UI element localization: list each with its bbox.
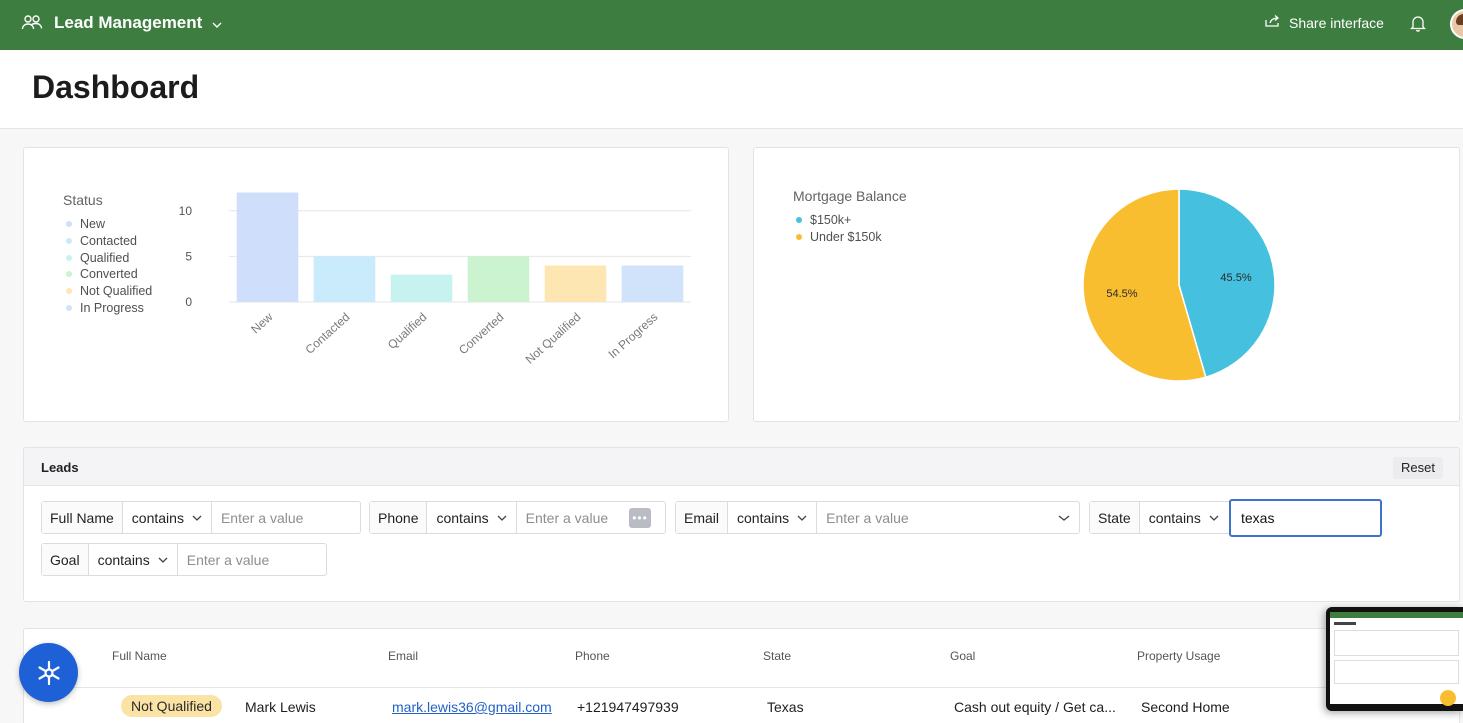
state-operator-value: contains bbox=[1148, 509, 1201, 526]
share-icon bbox=[1264, 14, 1280, 31]
email-operator-value: contains bbox=[737, 509, 790, 526]
full-name-operator-value: contains bbox=[131, 509, 184, 526]
table-cell-state[interactable]: Texas bbox=[767, 699, 804, 715]
leads-header: Leads Reset bbox=[24, 448, 1459, 486]
bell-icon[interactable] bbox=[1409, 14, 1427, 37]
goal-input[interactable] bbox=[186, 551, 317, 568]
chevron-down-icon bbox=[1209, 515, 1219, 521]
bar bbox=[544, 265, 607, 302]
chevron-down-icon[interactable] bbox=[1058, 514, 1070, 522]
avatar[interactable] bbox=[1450, 9, 1463, 39]
bar bbox=[236, 192, 299, 302]
column-header-email[interactable]: Email bbox=[388, 649, 418, 663]
table-cell-full-name[interactable]: Mark Lewis bbox=[245, 699, 316, 715]
full-name-filter: Full Name contains bbox=[41, 501, 361, 534]
column-header-state[interactable]: State bbox=[763, 649, 791, 663]
y-tick-label: 5 bbox=[185, 249, 192, 263]
phone-operator-value: contains bbox=[436, 509, 489, 526]
page-title: Dashboard bbox=[32, 69, 200, 105]
chevron-down-icon[interactable] bbox=[211, 17, 223, 35]
bar bbox=[390, 274, 453, 302]
app-title[interactable]: Lead Management bbox=[54, 13, 202, 33]
table-cell-goal[interactable]: Cash out equity / Get ca... bbox=[954, 699, 1116, 715]
table-cell-email-link[interactable]: mark.lewis36@gmail.com bbox=[392, 699, 552, 715]
bar bbox=[621, 265, 684, 302]
state-operator-select[interactable]: contains bbox=[1140, 502, 1228, 533]
state-input-box bbox=[1229, 499, 1382, 537]
email-filter: Email contains bbox=[675, 501, 1080, 534]
full-name-operator-select[interactable]: contains bbox=[123, 502, 212, 533]
status-chart-card: Status New Contacted Qualified Converted Not… bbox=[23, 147, 729, 422]
pie-value-label: 54.5% bbox=[1106, 288, 1137, 300]
state-input[interactable] bbox=[1231, 501, 1380, 535]
column-header-goal[interactable]: Goal bbox=[950, 649, 975, 663]
email-input[interactable] bbox=[826, 509, 1058, 526]
full-name-filter-label: Full Name bbox=[42, 502, 123, 533]
help-button[interactable] bbox=[19, 643, 78, 702]
share-interface-label: Share interface bbox=[1289, 14, 1384, 31]
chevron-down-icon bbox=[797, 515, 807, 521]
chevron-down-icon bbox=[497, 515, 507, 521]
thumbnail-screen bbox=[1330, 612, 1463, 706]
x-tick-label: Converted bbox=[456, 310, 507, 357]
y-tick-label: 10 bbox=[179, 204, 193, 218]
page-header: Dashboard bbox=[0, 50, 1463, 129]
chevron-down-icon bbox=[158, 557, 168, 563]
table-cell-phone[interactable]: +121947497939 bbox=[577, 699, 679, 715]
chevron-down-icon bbox=[192, 515, 202, 521]
phone-operator-select[interactable]: contains bbox=[427, 502, 517, 533]
mortgage-chart-card: Mortgage Balance $150k+ Under $150k 45.5%… bbox=[753, 147, 1460, 422]
reset-button[interactable]: Reset bbox=[1393, 457, 1443, 479]
bar bbox=[467, 256, 530, 302]
mortgage-pie-chart: 45.5% 54.5% bbox=[1082, 188, 1276, 382]
bar bbox=[313, 256, 376, 302]
x-tick-label: Qualified bbox=[385, 310, 430, 352]
x-tick-label: New bbox=[248, 310, 275, 337]
phone-filter-label: Phone bbox=[370, 502, 428, 533]
leads-title: Leads bbox=[41, 460, 79, 475]
table-cell-property-usage[interactable]: Second Home bbox=[1141, 699, 1230, 715]
more-options-icon[interactable]: ••• bbox=[629, 508, 651, 528]
goal-filter-label: Goal bbox=[42, 544, 89, 575]
leads-table: Full Name Email Phone State Goal Propert… bbox=[23, 628, 1460, 723]
column-header-full-name[interactable]: Full Name bbox=[112, 649, 167, 663]
x-tick-label: In Progress bbox=[606, 310, 661, 361]
state-filter-label: State bbox=[1090, 502, 1140, 533]
status-badge: Not Qualified bbox=[121, 695, 222, 717]
goal-filter: Goal contains bbox=[41, 543, 327, 576]
email-operator-select[interactable]: contains bbox=[728, 502, 818, 533]
x-tick-label: Not Qualified bbox=[523, 310, 584, 367]
share-interface-button[interactable]: Share interface bbox=[1264, 14, 1384, 31]
full-name-input[interactable] bbox=[220, 509, 351, 526]
people-icon bbox=[21, 13, 43, 38]
top-bar: Lead Management Share interface bbox=[0, 0, 1463, 50]
snowflake-icon bbox=[37, 660, 60, 685]
pie-value-label: 45.5% bbox=[1220, 272, 1251, 284]
state-filter: State contains bbox=[1089, 501, 1231, 534]
column-header-phone[interactable]: Phone bbox=[575, 649, 610, 663]
y-tick-label: 0 bbox=[185, 295, 192, 309]
email-filter-label: Email bbox=[676, 502, 729, 533]
divider bbox=[24, 687, 1459, 688]
x-tick-label: Contacted bbox=[302, 310, 352, 357]
goal-operator-select[interactable]: contains bbox=[89, 544, 178, 575]
goal-operator-value: contains bbox=[97, 551, 150, 568]
column-header-property-usage[interactable]: Property Usage bbox=[1137, 649, 1220, 663]
status-bar-chart: 0 5 10 New Contacted Qualified Converted Not Qu… bbox=[179, 192, 691, 367]
screen-preview-thumbnail[interactable] bbox=[1326, 607, 1463, 711]
phone-filter: Phone contains ••• bbox=[369, 501, 666, 534]
